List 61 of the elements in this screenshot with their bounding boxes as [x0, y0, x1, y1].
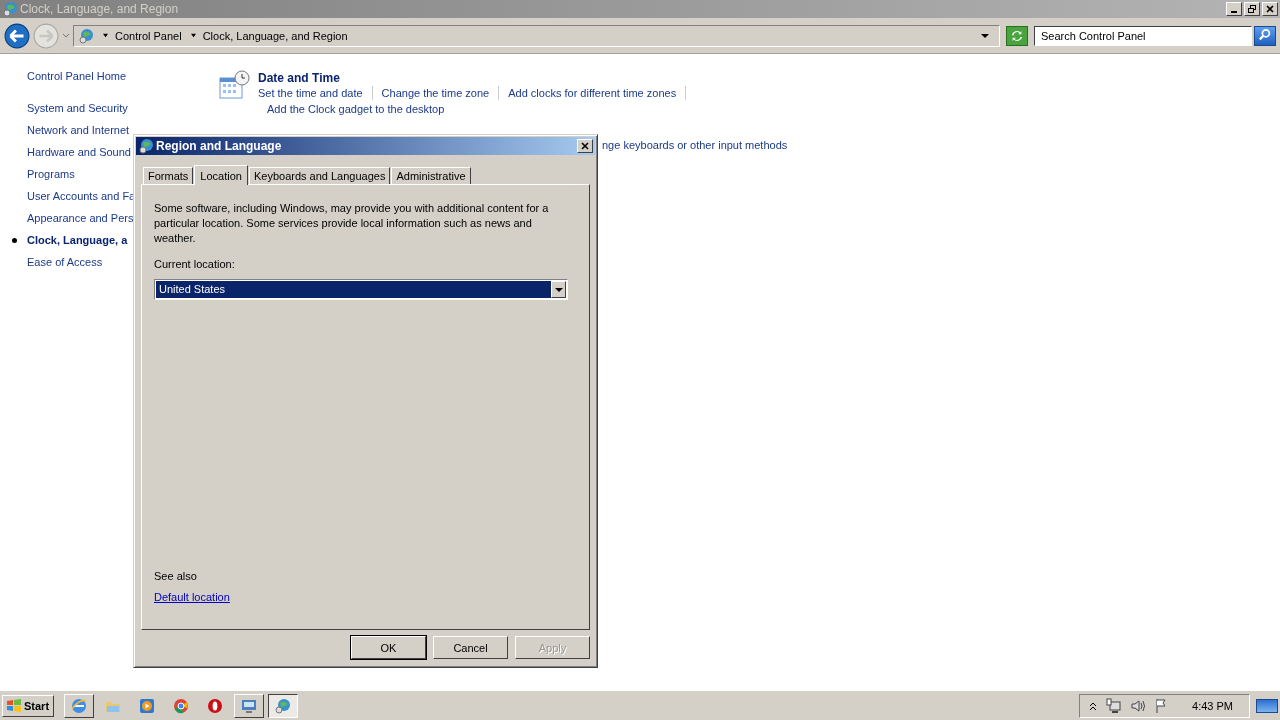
description-text: Some software, including Windows, may provide you with additional content for a particular location. Some services provide local information such as news and weather.: [154, 201, 550, 246]
default-location-link[interactable]: Default location: [154, 591, 230, 603]
task-link[interactable]: nge keyboards or other input methods: [602, 138, 797, 152]
show-desktop-button[interactable]: [1256, 698, 1278, 713]
minimize-icon: [1231, 11, 1237, 13]
task-link[interactable]: Change the time zone: [372, 86, 500, 100]
caret-icon[interactable]: [189, 33, 197, 38]
sidebar-item[interactable]: Appearance and Pers: [27, 212, 134, 224]
globe-icon: [78, 27, 94, 44]
caret-icon[interactable]: [102, 33, 109, 38]
dialog-title: Region and Language: [156, 139, 283, 153]
caret-icon[interactable]: [981, 32, 989, 39]
address-bar[interactable]: Control Panel Clock, Language, and Region: [73, 24, 1000, 47]
restore-icon: [1247, 4, 1257, 14]
section-label: See also: [154, 569, 198, 583]
tab[interactable]: Administrative: [391, 167, 471, 184]
globe-icon: [2, 1, 18, 17]
sidebar-item[interactable]: System and Security: [27, 102, 128, 114]
sidebar-item[interactable]: Network and Internet: [27, 124, 130, 136]
tab[interactable]: Location: [194, 165, 248, 185]
windows-logo-icon: [6, 697, 22, 714]
sidebar-item[interactable]: Clock, Language, a: [27, 234, 128, 246]
field-label: Current location:: [154, 257, 236, 271]
close-icon: [1265, 4, 1275, 14]
close-button[interactable]: [1262, 2, 1278, 16]
location-dropdown[interactable]: United States: [154, 279, 568, 300]
breadcrumb[interactable]: Control Panel: [115, 29, 182, 42]
tab[interactable]: Formats: [143, 167, 194, 184]
taskbar-globe-icon[interactable]: [268, 693, 298, 718]
breadcrumb[interactable]: Clock, Language, and Region: [202, 29, 348, 42]
task-link[interactable]: Add the Clock gadget to the desktop: [258, 102, 454, 116]
refresh-icon: [1010, 28, 1024, 43]
dialog-button[interactable]: Cancel: [433, 636, 508, 659]
minimize-button[interactable]: [1226, 2, 1242, 16]
network-icon[interactable]: [1106, 697, 1123, 714]
sidebar-link[interactable]: Control Panel Home: [27, 68, 127, 84]
calendar-clock-icon[interactable]: [218, 70, 250, 102]
search-icon: [1258, 27, 1272, 42]
speaker-icon[interactable]: [1130, 697, 1147, 714]
sidebar-item[interactable]: Programs: [27, 168, 75, 180]
dialog-button[interactable]: OK: [351, 636, 426, 659]
window-title: Clock, Language, and Region: [20, 2, 180, 16]
globe-icon: [138, 138, 154, 154]
close-icon: [580, 141, 590, 151]
search-button[interactable]: [1254, 25, 1276, 46]
task-link[interactable]: Set the time and date: [258, 86, 373, 100]
search-field[interactable]: Search Control Panel: [1034, 25, 1252, 46]
start-button[interactable]: Start: [2, 694, 54, 717]
sidebar-item[interactable]: Ease of Access: [27, 256, 103, 268]
close-button[interactable]: [577, 139, 593, 153]
category-title[interactable]: Date and Time: [258, 70, 698, 86]
task-link[interactable]: Add clocks for different time zones: [499, 86, 687, 100]
tab[interactable]: Keyboards and Languages: [248, 167, 391, 184]
restore-button[interactable]: [1244, 2, 1260, 16]
refresh-button[interactable]: [1006, 25, 1028, 46]
taskbar-monitor-icon[interactable]: [234, 693, 264, 718]
caret-icon: [554, 286, 563, 293]
clock[interactable]: 4:43 PM: [1192, 699, 1233, 712]
bullet-icon: [12, 238, 17, 243]
sidebar-item[interactable]: Hardware and Sound: [27, 146, 131, 158]
back-button[interactable]: [4, 22, 30, 49]
